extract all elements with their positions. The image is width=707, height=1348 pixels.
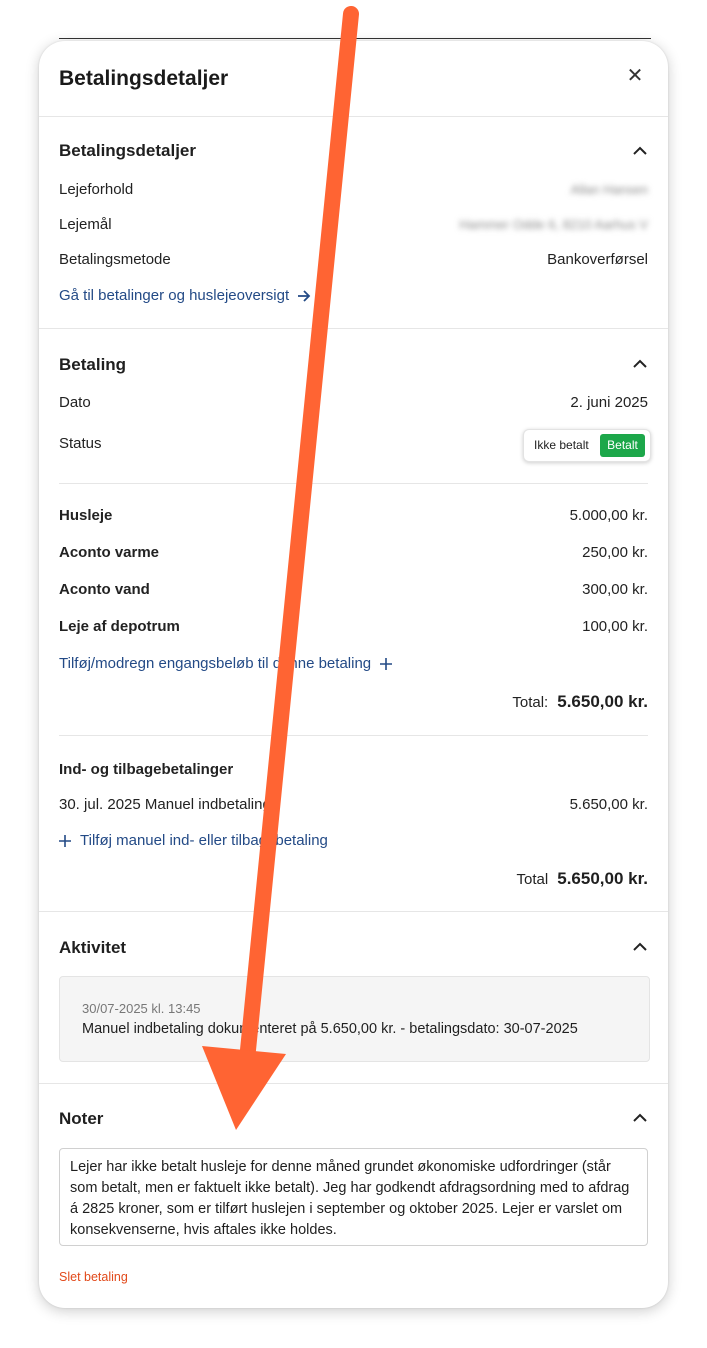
payment-total: Total: 5.650,00 kr. bbox=[512, 692, 648, 712]
line-item-label: Leje af depotrum bbox=[59, 618, 180, 635]
chevron-up-icon[interactable] bbox=[633, 942, 649, 952]
modal-title: Betalingsdetaljer bbox=[59, 67, 229, 90]
delete-payment-button[interactable]: Slet betaling bbox=[59, 1270, 128, 1284]
payment-method-label: Betalingsmetode bbox=[59, 251, 171, 268]
status-paid-option[interactable]: Betalt bbox=[600, 434, 645, 457]
activity-timestamp: 30/07-2025 kl. 13:45 bbox=[82, 1001, 201, 1016]
line-item-label: Aconto varme bbox=[59, 544, 160, 561]
tenancy-value: Allan Hansen bbox=[570, 182, 648, 197]
close-icon[interactable]: ✕ bbox=[625, 65, 645, 87]
lease-label: Lejemål bbox=[59, 216, 112, 233]
status-unpaid-option[interactable]: Ikke betalt bbox=[534, 438, 589, 452]
activity-entry: 30/07-2025 kl. 13:45 Manuel indbetaling … bbox=[59, 976, 650, 1062]
arrow-right-icon bbox=[297, 289, 311, 302]
lease-value: Hammer Odde 6, 8210 Aarhus V bbox=[459, 217, 648, 232]
add-one-time-amount-label: Tilføj/modregn engangsbeløb til denne be… bbox=[59, 655, 372, 672]
transactions-total: Total 5.650,00 kr. bbox=[517, 869, 648, 889]
chevron-up-icon[interactable] bbox=[633, 359, 649, 369]
notes-textarea[interactable]: Lejer har ikke betalt husleje for denne … bbox=[59, 1148, 648, 1246]
line-item-amount: 300,00 kr. bbox=[582, 581, 648, 598]
activity-text: Manuel indbetaling dokumenteret på 5.650… bbox=[82, 1021, 578, 1037]
line-item-amount: 100,00 kr. bbox=[582, 618, 648, 635]
line-item-amount: 250,00 kr. bbox=[582, 544, 648, 561]
tenancy-label: Lejeforhold bbox=[59, 181, 134, 198]
section-divider bbox=[39, 1083, 668, 1084]
date-value: 2. juni 2025 bbox=[570, 394, 648, 411]
section-divider bbox=[39, 911, 668, 912]
goto-payments-link[interactable]: Gå til betalinger og huslejeoversigt bbox=[59, 287, 311, 304]
transactions-title: Ind- og tilbagebetalinger bbox=[59, 761, 234, 778]
total-value: 5.650,00 kr. bbox=[557, 692, 648, 711]
total-value: 5.650,00 kr. bbox=[557, 869, 648, 888]
total-label: Total bbox=[516, 871, 549, 888]
chevron-up-icon[interactable] bbox=[633, 1113, 649, 1123]
add-one-time-amount-link[interactable]: Tilføj/modregn engangsbeløb til denne be… bbox=[59, 655, 393, 672]
total-label: Total: bbox=[512, 694, 549, 711]
chevron-up-icon[interactable] bbox=[633, 146, 649, 156]
add-manual-transaction-label: Tilføj manuel ind- eller tilbagebetaling bbox=[80, 832, 328, 849]
status-label: Status bbox=[59, 435, 102, 452]
section-title-payment-details: Betalingsdetaljer bbox=[59, 141, 196, 160]
line-item-label: Husleje bbox=[59, 507, 113, 524]
inner-divider bbox=[59, 735, 648, 736]
section-title-activity: Aktivitet bbox=[59, 938, 127, 957]
payment-method-value: Bankoverførsel bbox=[547, 251, 648, 268]
payment-details-modal: Betalingsdetaljer ✕ Betalingsdetaljer Le… bbox=[39, 41, 668, 1308]
top-divider-line bbox=[59, 38, 651, 39]
line-item-amount: 5.000,00 kr. bbox=[569, 507, 648, 524]
section-divider bbox=[39, 328, 668, 329]
date-label: Dato bbox=[59, 394, 91, 411]
plus-icon bbox=[380, 657, 393, 670]
header-divider bbox=[39, 116, 668, 117]
goto-payments-link-label: Gå til betalinger og huslejeoversigt bbox=[59, 287, 290, 304]
transaction-description: 30. jul. 2025 Manuel indbetaling bbox=[59, 796, 271, 813]
add-manual-transaction-link[interactable]: Tilføj manuel ind- eller tilbagebetaling bbox=[59, 832, 328, 849]
inner-divider bbox=[59, 483, 648, 484]
status-toggle[interactable]: Ikke betalt Betalt bbox=[523, 429, 651, 462]
line-item-label: Aconto vand bbox=[59, 581, 150, 598]
transaction-amount: 5.650,00 kr. bbox=[569, 796, 648, 813]
section-title-payment: Betaling bbox=[59, 355, 127, 374]
plus-icon bbox=[59, 834, 71, 847]
section-title-notes: Noter bbox=[59, 1109, 104, 1128]
